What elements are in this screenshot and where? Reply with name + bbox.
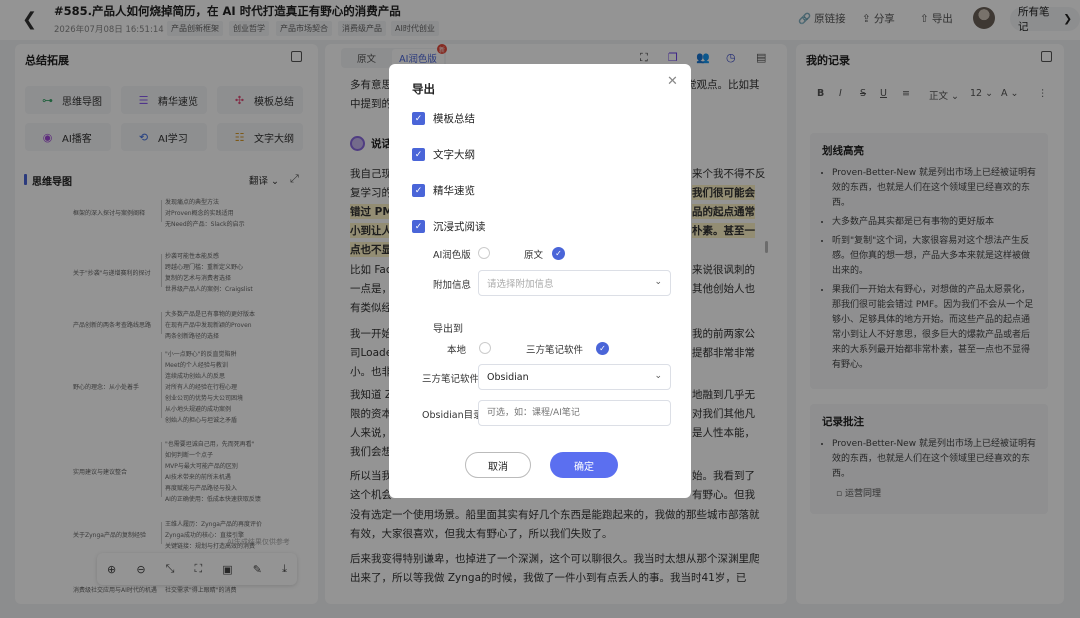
ai-version-label: AI润色版 xyxy=(433,250,471,261)
checkbox-outline[interactable]: ✓ xyxy=(412,148,425,161)
close-icon[interactable]: ✕ xyxy=(667,74,678,89)
chevron-down-icon: ⌄ xyxy=(654,371,662,381)
modal-title: 导出 xyxy=(412,82,435,96)
checkbox-template-summary[interactable]: ✓ xyxy=(412,112,425,125)
extra-info-select[interactable]: 请选择附加信息 ⌄ xyxy=(478,270,671,296)
third-party-app-label: 三方笔记软件 xyxy=(422,374,480,385)
original-version-label: 原文 xyxy=(524,250,544,261)
radio-third-party[interactable]: ✓ xyxy=(596,342,609,355)
cancel-button[interactable]: 取消 xyxy=(465,452,531,478)
export-to-label: 导出到 xyxy=(433,324,463,335)
extra-info-label: 附加信息 xyxy=(433,280,472,291)
obsidian-dir-label: Obsidian目录 xyxy=(422,410,483,421)
option-label: 模板总结 xyxy=(433,113,475,125)
option-label: 精华速览 xyxy=(433,185,475,197)
radio-original[interactable]: ✓ xyxy=(552,247,565,260)
option-label: 沉浸式阅读 xyxy=(433,221,486,233)
confirm-button[interactable]: 确定 xyxy=(550,452,618,478)
local-label: 本地 xyxy=(447,345,467,356)
third-party-app-select[interactable]: Obsidian ⌄ xyxy=(478,364,671,390)
third-party-label: 三方笔记软件 xyxy=(526,345,584,356)
export-modal: 导出 ✕ ✓ 模板总结 ✓ 文字大纲 ✓ 精华速览 ✓ 沉浸式阅读 AI润色版 … xyxy=(389,64,691,498)
obsidian-dir-input[interactable] xyxy=(478,400,671,426)
radio-local[interactable] xyxy=(479,342,491,354)
radio-ai-version[interactable] xyxy=(478,247,490,259)
option-label: 文字大纲 xyxy=(433,149,475,161)
checkbox-immersive[interactable]: ✓ xyxy=(412,220,425,233)
chevron-down-icon: ⌄ xyxy=(654,277,662,287)
checkbox-essence[interactable]: ✓ xyxy=(412,184,425,197)
